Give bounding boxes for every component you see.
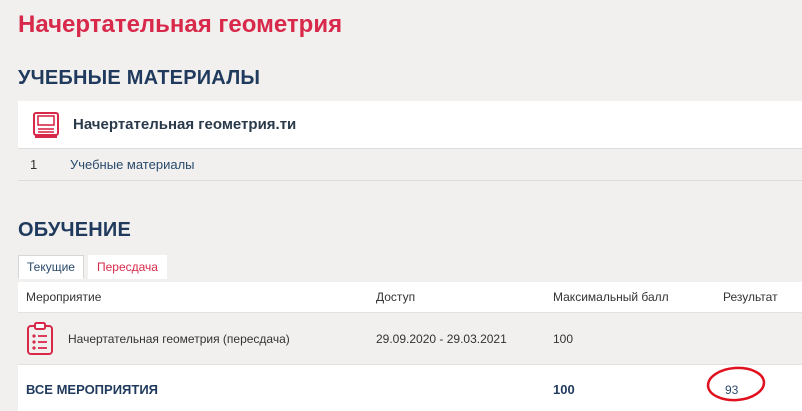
page-title: Начертательная геометрия [18,11,343,38]
table-total-row: ВСЕ МЕРОПРИЯТИЯ 100 93 [18,365,802,411]
tab-retake[interactable]: Пересдача [87,255,167,279]
tab-current[interactable]: Текущие [18,255,84,279]
events-table: Мероприятие Доступ Максимальный балл Рез… [18,282,802,411]
event-access: 29.09.2020 - 29.03.2021 [376,331,507,346]
learning-tabs: Текущие Пересдача [18,255,171,279]
materials-link[interactable]: Учебные материалы [70,157,195,172]
table-row: Начертательная геометрия (пересдача) 29.… [18,313,802,365]
total-result[interactable]: 93 [725,383,738,397]
materials-panel: Начертательная геометрия.ти 1 Учебные ма… [18,101,802,181]
event-name[interactable]: Начертательная геометрия (пересдача) [68,332,290,346]
total-label[interactable]: ВСЕ МЕРОПРИЯТИЯ [18,382,376,397]
clipboard-list-icon [26,321,54,356]
table-header: Мероприятие Доступ Максимальный балл Рез… [18,282,802,313]
column-header-result: Результат [723,290,778,304]
list-item: 1 Учебные материалы [18,149,802,181]
column-header-access: Доступ [376,290,416,304]
event-max-score: 100 [553,331,574,346]
column-header-event: Мероприятие [26,290,102,304]
materials-section-title: УЧЕБНЫЕ МАТЕРИАЛЫ [18,67,261,89]
total-max-score: 100 [553,381,575,397]
course-title[interactable]: Начертательная геометрия.ти [73,116,296,133]
book-icon [32,111,60,139]
item-number: 1 [30,157,38,172]
column-header-max-score: Максимальный балл [553,290,669,304]
learning-section-title: ОБУЧЕНИЕ [18,219,132,241]
materials-course-header: Начертательная геометрия.ти [18,101,802,149]
